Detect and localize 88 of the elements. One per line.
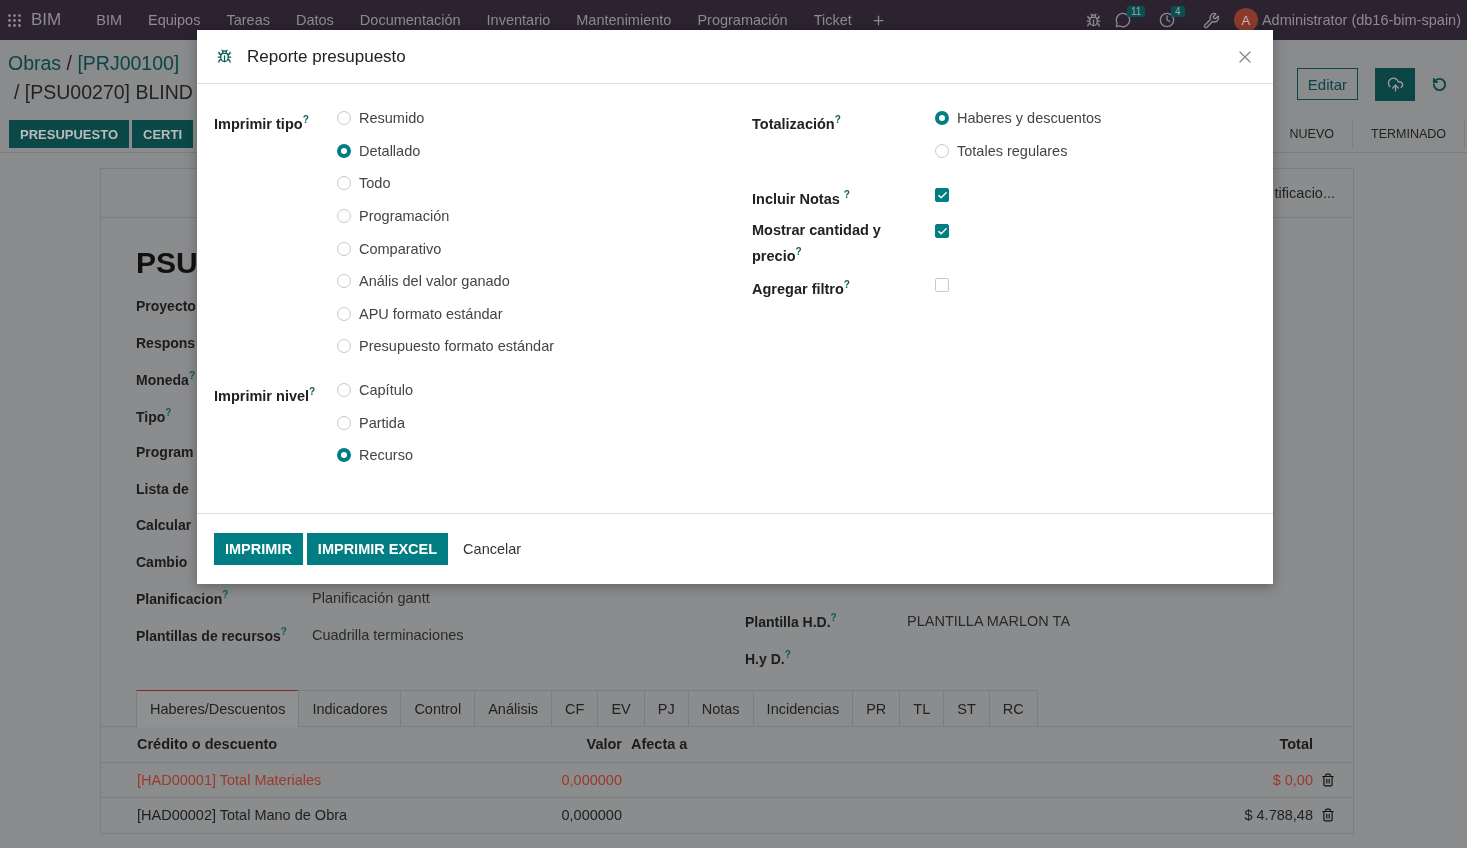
cancel-button[interactable]: Cancelar (452, 532, 533, 565)
table-cell-text: $ 0,00 (1271, 771, 1313, 788)
column-header[interactable]: Total (1193, 736, 1313, 753)
radio-option[interactable]: Resumido (337, 102, 555, 135)
table-cell-text: 0,000000 (560, 771, 622, 788)
field-label: Program (136, 444, 194, 461)
user-name[interactable]: Administrator (db16-bim-spain) (1261, 12, 1461, 28)
radio-option[interactable]: Partida (337, 406, 413, 439)
bug-icon (217, 49, 232, 64)
user-avatar[interactable]: A (1233, 8, 1258, 32)
message-count: 11 (1126, 6, 1146, 17)
radio-option[interactable]: Anális del valor ganado (337, 264, 555, 298)
radio-option[interactable]: Programación (337, 199, 555, 233)
app-name: BIM (30, 10, 63, 30)
field-value[interactable]: Cuadrilla terminaciones (312, 626, 464, 643)
table-cell-text: [HAD00002] Total Mano de Obra (137, 807, 349, 824)
edit-button[interactable]: Editar (1296, 68, 1358, 100)
wrench-icon[interactable] (1202, 11, 1220, 29)
radio-option[interactable]: Capítulo (337, 373, 413, 407)
header-button[interactable]: PRESUPUESTO (9, 120, 129, 148)
field-label: Calcular (136, 517, 192, 534)
breadcrumb-link[interactable]: [PRJ00100] (77, 52, 180, 74)
field-label: Respons (136, 334, 196, 351)
field-label: Incluir Notas $^{?}$ (752, 188, 851, 209)
column-header[interactable]: Valor (487, 736, 622, 753)
activity-count: 4 (1170, 6, 1185, 17)
record-title: PSU (136, 246, 198, 280)
print-button[interactable]: IMPRIMIR EXCEL (306, 532, 449, 565)
radio-option[interactable]: Detallado (337, 134, 555, 168)
radio-option[interactable]: Haberes y descuentos (935, 102, 1102, 135)
cloud-upload-icon (1386, 75, 1404, 93)
tab[interactable]: RC (988, 690, 1038, 727)
radio-option[interactable]: Todo (337, 167, 555, 200)
field-label: Agregar filtro$^{?}$ (752, 278, 851, 299)
field-value[interactable]: PLANTILLA MARLON TA (907, 613, 1071, 630)
chat-icon[interactable] (1114, 12, 1131, 28)
menu-item[interactable]: Mantenimiento (563, 12, 685, 28)
plus-icon[interactable] (870, 12, 886, 28)
field-label: Lista de (136, 480, 189, 497)
breadcrumb-separator: / (66, 52, 72, 74)
field-value[interactable]: Planificación gantt (312, 590, 430, 607)
checkbox[interactable] (935, 278, 949, 292)
menu-item[interactable]: Datos (282, 12, 347, 28)
field-label: Imprimir nivel$^{?}$ (214, 384, 317, 406)
print-button[interactable]: IMPRIMIR (214, 532, 303, 565)
radio-option[interactable]: Recurso (337, 438, 413, 472)
menu-item[interactable]: Tareas (213, 12, 283, 28)
menu-item[interactable]: Equipos (135, 12, 214, 28)
field-label: Tipo$^{?}$ (136, 406, 172, 425)
field-label: Plantilla H.D.$^{?}$ (745, 612, 837, 631)
field-label: Mostrar cantidad y precio$^{?}$ (752, 221, 882, 266)
checkbox[interactable] (935, 224, 949, 239)
menu-item[interactable]: Programación (684, 12, 801, 28)
checkbox[interactable] (935, 188, 949, 203)
field-label: Totalización$^{?}$ (752, 113, 842, 134)
header-button[interactable]: CERTI (132, 120, 193, 148)
radio-option[interactable]: Presupuesto formato estándar (337, 330, 555, 363)
menu-item[interactable]: Documentación (346, 12, 474, 28)
field-label: Planificacion$^{?}$ (136, 589, 229, 608)
menu-item[interactable]: BIM (83, 12, 135, 28)
bug-icon[interactable] (1085, 12, 1101, 28)
dialog-title: Reporte presupuesto (247, 46, 407, 67)
field-label: Moneda$^{?}$ (136, 370, 195, 389)
radio-option[interactable]: APU formato estándar (337, 297, 555, 331)
stage-button[interactable]: TERMINADO (1353, 120, 1465, 148)
menu-item[interactable]: Inventario (473, 12, 564, 28)
menu-item[interactable]: Ticket (800, 12, 865, 28)
breadcrumb-current: / [PSU00270] BLIND (14, 81, 193, 103)
field-label: Plantillas de recursos$^{?}$ (136, 625, 287, 644)
table-cell-text: 0,000000 (560, 807, 622, 824)
tab[interactable]: Haberes/Descuentos (136, 690, 300, 727)
radio-option[interactable]: Comparativo (337, 232, 555, 265)
undo-icon[interactable] (1432, 76, 1447, 92)
column-header[interactable]: Afecta a (622, 736, 1193, 753)
trash-icon[interactable] (1321, 772, 1335, 787)
radio-option[interactable]: Totales regulares (935, 134, 1102, 168)
trash-icon[interactable] (1321, 808, 1335, 823)
save-button[interactable] (1375, 67, 1415, 101)
field-label: Cambio (136, 553, 188, 570)
clock-icon[interactable] (1158, 12, 1175, 28)
breadcrumb-link[interactable]: Obras (8, 52, 62, 74)
field-label: Imprimir tipo$^{?}$ (214, 113, 310, 134)
field-label: H.y D.$^{?}$ (745, 648, 791, 667)
field-label: Proyecto (136, 298, 196, 315)
column-header[interactable]: Crédito o descuento (137, 736, 487, 753)
table-cell-text: $ 4.788,48 (1243, 807, 1313, 824)
apps-menu-icon[interactable] (6, 11, 23, 29)
table-cell-text: [HAD00001] Total Materiales (137, 771, 323, 788)
